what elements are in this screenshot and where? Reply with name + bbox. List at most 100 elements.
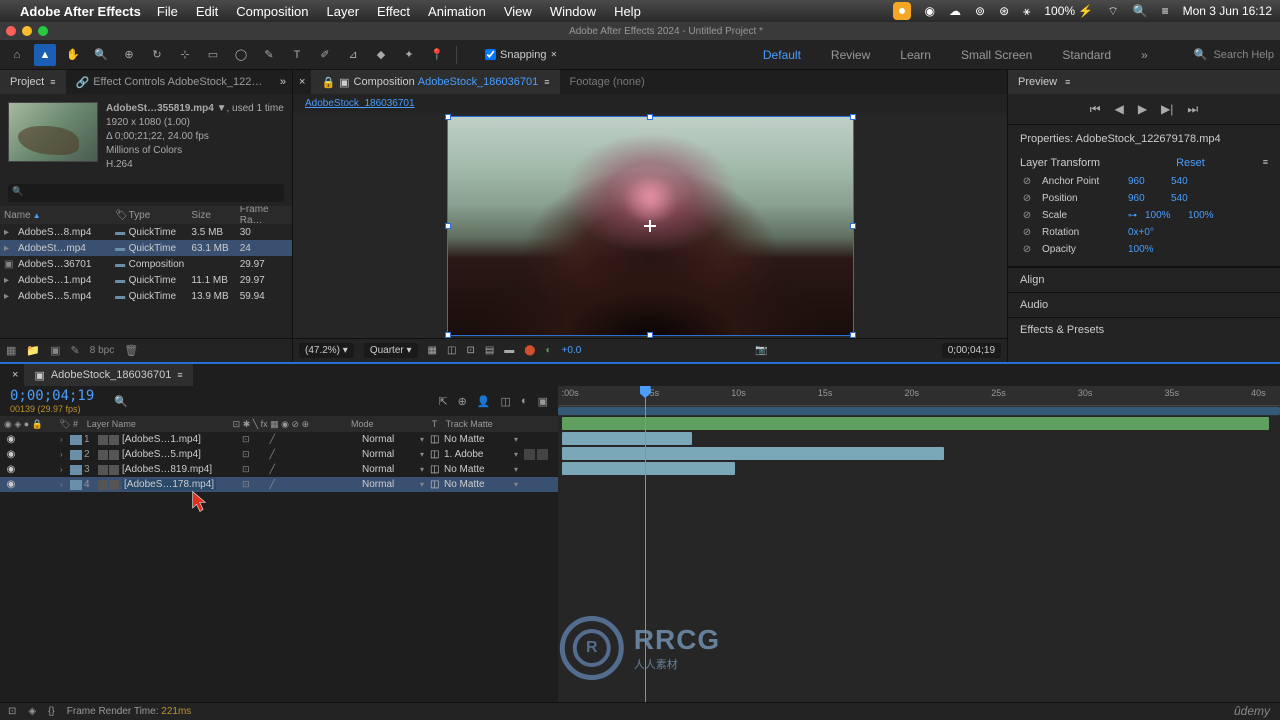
tabs-overflow-icon[interactable]: » [274,76,292,88]
maximize-window-button[interactable] [38,26,48,36]
layer-row[interactable]: ◉›4[AdobeS…178.mp4]⊡╱Normal▾◫No Matte▾ [0,477,558,492]
handle-ml[interactable] [445,223,451,229]
project-row[interactable]: ▣AdobeS…36701▬Composition29.97 [0,256,292,272]
pen-tool[interactable]: ✎ [258,44,280,66]
toggle-in-out-icon[interactable]: {} [48,706,55,717]
eraser-tool[interactable]: ◆ [370,44,392,66]
bluetooth-icon[interactable]: ⚹ [1023,4,1030,19]
clone-tool[interactable]: ⊿ [342,44,364,66]
interpret-icon[interactable]: ▦ [6,344,16,357]
anchor-y[interactable]: 540 [1171,176,1206,187]
reset-exposure-icon[interactable]: ⬤ [524,345,535,356]
adjustments-icon[interactable]: ✎ [71,344,80,357]
rotation-value[interactable]: 0x+0° [1128,227,1163,238]
quality-dropdown[interactable]: Quarter ▾ [364,343,418,358]
audio-panel-header[interactable]: Audio [1008,292,1280,317]
workspace-standard[interactable]: Standard [1062,48,1111,62]
type-tool[interactable]: T [286,44,308,66]
composition-viewport[interactable] [293,113,1007,338]
stopwatch-icon[interactable]: ⊘ [1020,193,1034,204]
adjust-exposure-icon[interactable]: ◐ [546,345,552,356]
reset-button[interactable]: Reset [1176,157,1205,169]
app-name[interactable]: Adobe After Effects [20,4,141,19]
channel-icon[interactable]: ▬ [504,345,514,356]
handle-bl[interactable] [445,332,451,338]
workspace-review[interactable]: Review [831,48,870,62]
workspace-learn[interactable]: Learn [900,48,931,62]
menu-composition[interactable]: Composition [236,4,308,19]
rectangle-tool[interactable]: ▭ [202,44,224,66]
timecode-display[interactable]: 0;00;04;19 [942,343,1001,358]
wifi-icon[interactable]: ⌔ [1107,4,1118,19]
position-y[interactable]: 540 [1171,193,1206,204]
snapping-toggle[interactable]: Snapping ✕ [485,49,557,61]
scale-y[interactable]: 100% [1188,210,1223,221]
cloud-icon[interactable]: ☁ [949,4,961,18]
battery-status[interactable]: 100% ⚡ [1044,4,1093,18]
frame-blend-icon[interactable]: ◫ [501,395,511,408]
menu-edit[interactable]: Edit [196,4,218,19]
menu-file[interactable]: File [157,4,178,19]
tracks-area[interactable] [558,416,1280,476]
workspace-default[interactable]: Default [763,48,801,62]
project-row[interactable]: ▸AdobeS…5.mp4▬QuickTime13.9 MB59.94 [0,288,292,304]
layer-row[interactable]: ◉›3[AdobeS…819.mp4]⊡╱Normal▾◫No Matte▾ [0,462,558,477]
project-row[interactable]: ▸AdobeS…8.mp4▬QuickTime3.5 MB30 [0,224,292,240]
current-timecode[interactable]: 0;00;04;19 [10,388,94,404]
home-button[interactable]: ⌂ [6,44,28,66]
position-x[interactable]: 960 [1128,193,1163,204]
menu-window[interactable]: Window [550,4,596,19]
handle-tm[interactable] [647,114,653,120]
handle-tl[interactable] [445,114,451,120]
search-help[interactable]: 🔍 Search Help [1194,48,1274,61]
time-ruler[interactable]: :00s 05s 10s 15s 20s 25s 30s 35s 40s [558,386,1280,406]
project-search[interactable] [0,180,292,206]
close-timeline-tab[interactable]: × [6,369,24,381]
anchor-x[interactable]: 960 [1128,176,1163,187]
handle-br[interactable] [850,332,856,338]
minimize-window-button[interactable] [22,26,32,36]
toggle-switches-icon[interactable]: ⊡ [8,706,16,717]
orbit-tool[interactable]: ⊕ [118,44,140,66]
menu-effect[interactable]: Effect [377,4,410,19]
cc-icon[interactable]: ⊚ [975,4,985,18]
stopwatch-icon[interactable]: ⊘ [1020,210,1034,221]
go-to-end-button[interactable]: ⏭ [1187,102,1198,117]
preview-header[interactable]: Preview≡ [1008,70,1280,94]
handle-mr[interactable] [850,223,856,229]
align-panel-header[interactable]: Align [1008,267,1280,292]
stopwatch-icon[interactable]: ⊘ [1020,176,1034,187]
layer-bar-2[interactable] [562,432,692,445]
stop-icon[interactable]: ◉ [925,4,935,18]
panel-menu-icon[interactable]: ≡ [1263,157,1268,169]
bpc-button[interactable]: 8 bpc [90,345,114,356]
tab-footage[interactable]: Footage (none) [560,70,655,94]
sync-icon[interactable]: ⊛ [999,4,1009,18]
prev-frame-button[interactable]: ◀ [1115,102,1124,116]
scale-x[interactable]: 100% [1145,210,1180,221]
close-comp-icon[interactable]: × [293,76,311,88]
handle-bm[interactable] [647,332,653,338]
zoom-tool[interactable]: 🔍 [90,44,112,66]
close-window-button[interactable] [6,26,16,36]
hand-tool[interactable]: ✋ [62,44,84,66]
menu-layer[interactable]: Layer [327,4,360,19]
puppet-tool[interactable]: 📍 [426,44,448,66]
project-row[interactable]: ▸AdobeSt…mp4▬QuickTime63.1 MB24 [0,240,292,256]
stopwatch-icon[interactable]: ⊘ [1020,244,1034,255]
next-frame-button[interactable]: ▶| [1161,102,1173,116]
workspace-more[interactable]: » [1141,48,1148,62]
new-comp-icon[interactable]: ▣ [50,344,60,357]
controlcenter-icon[interactable]: ≡ [1162,4,1169,18]
link-icon[interactable]: ⊶ [1128,210,1137,221]
go-to-start-button[interactable]: ⏮ [1090,102,1101,117]
composition-canvas[interactable] [447,116,854,336]
project-search-input[interactable] [8,184,284,202]
ellipse-tool[interactable]: ◯ [230,44,252,66]
stopwatch-icon[interactable]: ⊘ [1020,227,1034,238]
layer-bar-1[interactable] [562,417,1270,430]
toggle-modes-icon[interactable]: ◈ [28,706,36,717]
motion-blur-icon[interactable]: ◐ [521,395,528,408]
graph-editor-icon[interactable]: ▣ [538,395,548,408]
comp-breadcrumb[interactable]: AdobeStock_186036701 [293,94,1007,113]
